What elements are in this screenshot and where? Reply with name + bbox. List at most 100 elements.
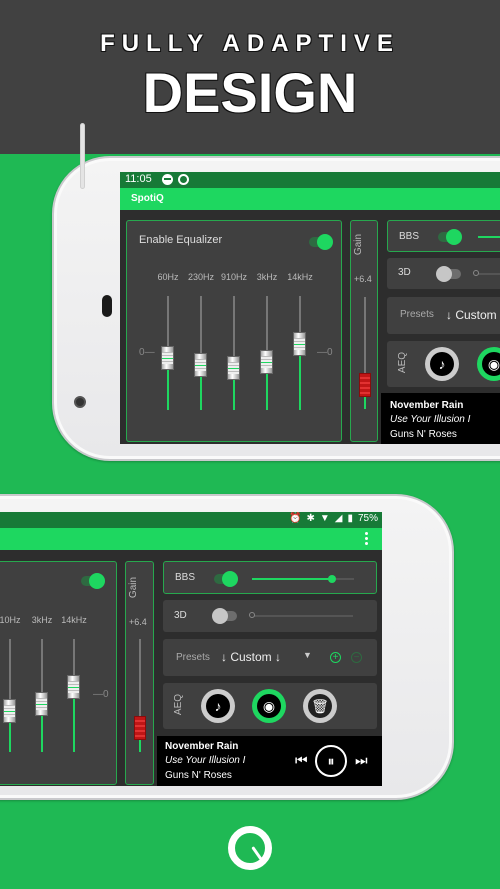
add-preset-button[interactable]: + — [330, 652, 341, 663]
status-bar-bottom: ⏰ ✱ ▼ ◢ ▮ 75% — [0, 512, 382, 528]
eq-band-thumb[interactable] — [194, 352, 207, 377]
aeq-music-button-bottom[interactable]: ♪ — [201, 689, 235, 723]
gain-slider-thumb[interactable] — [359, 373, 371, 397]
aeq-vinyl-button[interactable]: ◉ — [477, 347, 500, 381]
status-bar: 11:05 — [120, 172, 500, 188]
bbs-card-bottom[interactable]: BBS — [163, 561, 377, 594]
aeq-delete-button[interactable]: 🗑 — [303, 689, 337, 723]
3d-slider-track[interactable] — [251, 615, 353, 617]
equalizer-toggle-bottom[interactable] — [81, 573, 105, 589]
3d-slider-knob[interactable] — [473, 270, 479, 276]
next-track-button[interactable]: ⏭ — [355, 752, 368, 769]
app-title: SpotiQ — [131, 193, 164, 204]
app-screen-bottom: ⏰ ✱ ▼ ◢ ▮ 75% —0 10Hz 3kHz 14kHz Gain +6.4… — [0, 512, 382, 786]
enable-equalizer-label: Enable Equalizer — [139, 234, 223, 246]
eq-band-track — [200, 296, 202, 353]
presets-dropdown[interactable]: ↓ Custom — [446, 308, 497, 322]
3d-toggle-bottom[interactable] — [212, 608, 237, 624]
gain-value-bottom: +6.4 — [129, 617, 147, 627]
equalizer-card: Enable Equalizer 0— —0 60Hz 230Hz 910Hz 3kH… — [126, 220, 342, 442]
eq-band-label: 60Hz — [157, 272, 179, 282]
eq-band-track — [167, 296, 169, 346]
eq-band-fill — [299, 356, 301, 410]
zero-right-label: —0 — [317, 347, 333, 358]
track-album-bottom: Use Your Illusion I — [165, 755, 246, 766]
eq-band-slider[interactable] — [3, 639, 17, 752]
eq-band-track — [41, 639, 43, 693]
gain-slider-thumb-bottom[interactable] — [134, 716, 146, 740]
eq-band-thumb[interactable] — [35, 692, 48, 717]
equalizer-card-bottom: —0 10Hz 3kHz 14kHz — [0, 561, 117, 785]
bbs-slider-fill — [252, 578, 332, 580]
now-playing-bar-bottom[interactable]: November Rain Use Your Illusion I Guns N… — [157, 736, 382, 786]
now-playing-bar[interactable]: November Rain Use Your Illusion I Guns N… — [381, 393, 500, 444]
spotiq-icon — [178, 174, 189, 185]
aeq-card-bottom: AEQ ♪ ◉ 🗑 — [163, 683, 377, 729]
promo-banner: FULLY ADAPTIVE DESIGN — [0, 0, 500, 154]
vinyl-icon: ◉ — [257, 694, 281, 718]
bbs-slider-knob[interactable] — [327, 575, 336, 583]
bluetooth-icon: ✱ — [306, 513, 315, 524]
eq-band-thumb[interactable] — [161, 345, 174, 370]
presets-dropdown-bottom[interactable]: ↓ Custom ↓ — [221, 650, 281, 664]
aeq-card: AEQ ♪ ◉ — [387, 341, 500, 387]
gain-fill-bottom — [139, 740, 141, 752]
3d-slider-knob-bottom[interactable] — [249, 612, 255, 618]
dropdown-arrow-icon[interactable]: ▼ — [303, 650, 312, 660]
eq-band-thumb[interactable] — [260, 350, 273, 374]
bbs-slider[interactable] — [478, 236, 500, 238]
zero-left-label: 0— — [139, 347, 155, 358]
headline-design: DESIGN — [142, 61, 358, 124]
eq-band-slider[interactable] — [161, 296, 175, 410]
eq-band-slider[interactable] — [67, 639, 81, 752]
eq-band-label: 910Hz — [220, 272, 247, 282]
spotiq-logo-icon — [228, 826, 272, 870]
presets-label-bottom: Presets — [176, 652, 210, 663]
wifi-icon: ▼ — [319, 513, 330, 524]
eq-band-track — [299, 296, 301, 332]
aeq-label: AEQ — [397, 351, 409, 374]
gain-label-bottom: Gain — [128, 576, 140, 599]
track-artist: Guns N' Roses — [390, 429, 457, 440]
bbs-toggle-bottom[interactable] — [214, 571, 238, 587]
eq-band-fill — [167, 369, 169, 410]
eq-band-slider[interactable] — [293, 296, 307, 410]
eq-band-fill — [73, 698, 75, 752]
aeq-music-button[interactable]: ♪ — [425, 347, 459, 381]
bbs-card[interactable]: BBS — [387, 220, 500, 252]
bbs-toggle[interactable] — [438, 229, 462, 245]
pause-button[interactable]: ⏸ — [315, 745, 347, 777]
eq-band-slider[interactable] — [260, 296, 274, 410]
bbs-label-bottom: BBS — [175, 572, 196, 583]
gain-card: Gain +6.4 — [350, 220, 378, 442]
music-note-icon: ♪ — [430, 352, 454, 376]
eq-band-label: 14kHz — [287, 272, 313, 282]
eq-band-label: 230Hz — [187, 272, 214, 282]
aeq-vinyl-button-bottom[interactable]: ◉ — [252, 689, 286, 723]
aeq-label-bottom: AEQ — [173, 693, 185, 716]
phone-speaker — [80, 123, 85, 189]
app-bar-bottom — [0, 528, 382, 550]
eq-band-slider[interactable] — [227, 296, 241, 410]
previous-track-button[interactable]: ⏮ — [295, 752, 308, 769]
trash-icon: 🗑 — [308, 694, 332, 718]
overflow-menu-icon[interactable] — [365, 532, 368, 545]
equalizer-toggle[interactable] — [309, 234, 333, 250]
track-title: November Rain — [390, 400, 464, 411]
eq-band-thumb[interactable] — [227, 356, 240, 381]
eq-band-slider[interactable] — [35, 639, 49, 752]
eq-band-slider[interactable] — [194, 296, 208, 410]
eq-band-track — [233, 296, 235, 357]
eq-band-track — [73, 639, 75, 675]
eq-band-thumb[interactable] — [3, 698, 16, 723]
bbs-label: BBS — [399, 231, 420, 242]
app-screen-top: 11:05 SpotiQ Enable Equalizer 0— —0 60Hz… — [120, 172, 500, 444]
eq-band-label: 3kHz — [31, 615, 53, 625]
3d-toggle[interactable] — [436, 266, 461, 282]
headline-fully-adaptive: FULLY ADAPTIVE — [100, 30, 400, 57]
remove-preset-button[interactable]: − — [351, 652, 362, 663]
spotify-icon — [162, 174, 173, 185]
eq-band-thumb[interactable] — [293, 332, 306, 356]
eq-band-thumb[interactable] — [67, 674, 80, 699]
phone-camera-icon — [74, 396, 86, 408]
